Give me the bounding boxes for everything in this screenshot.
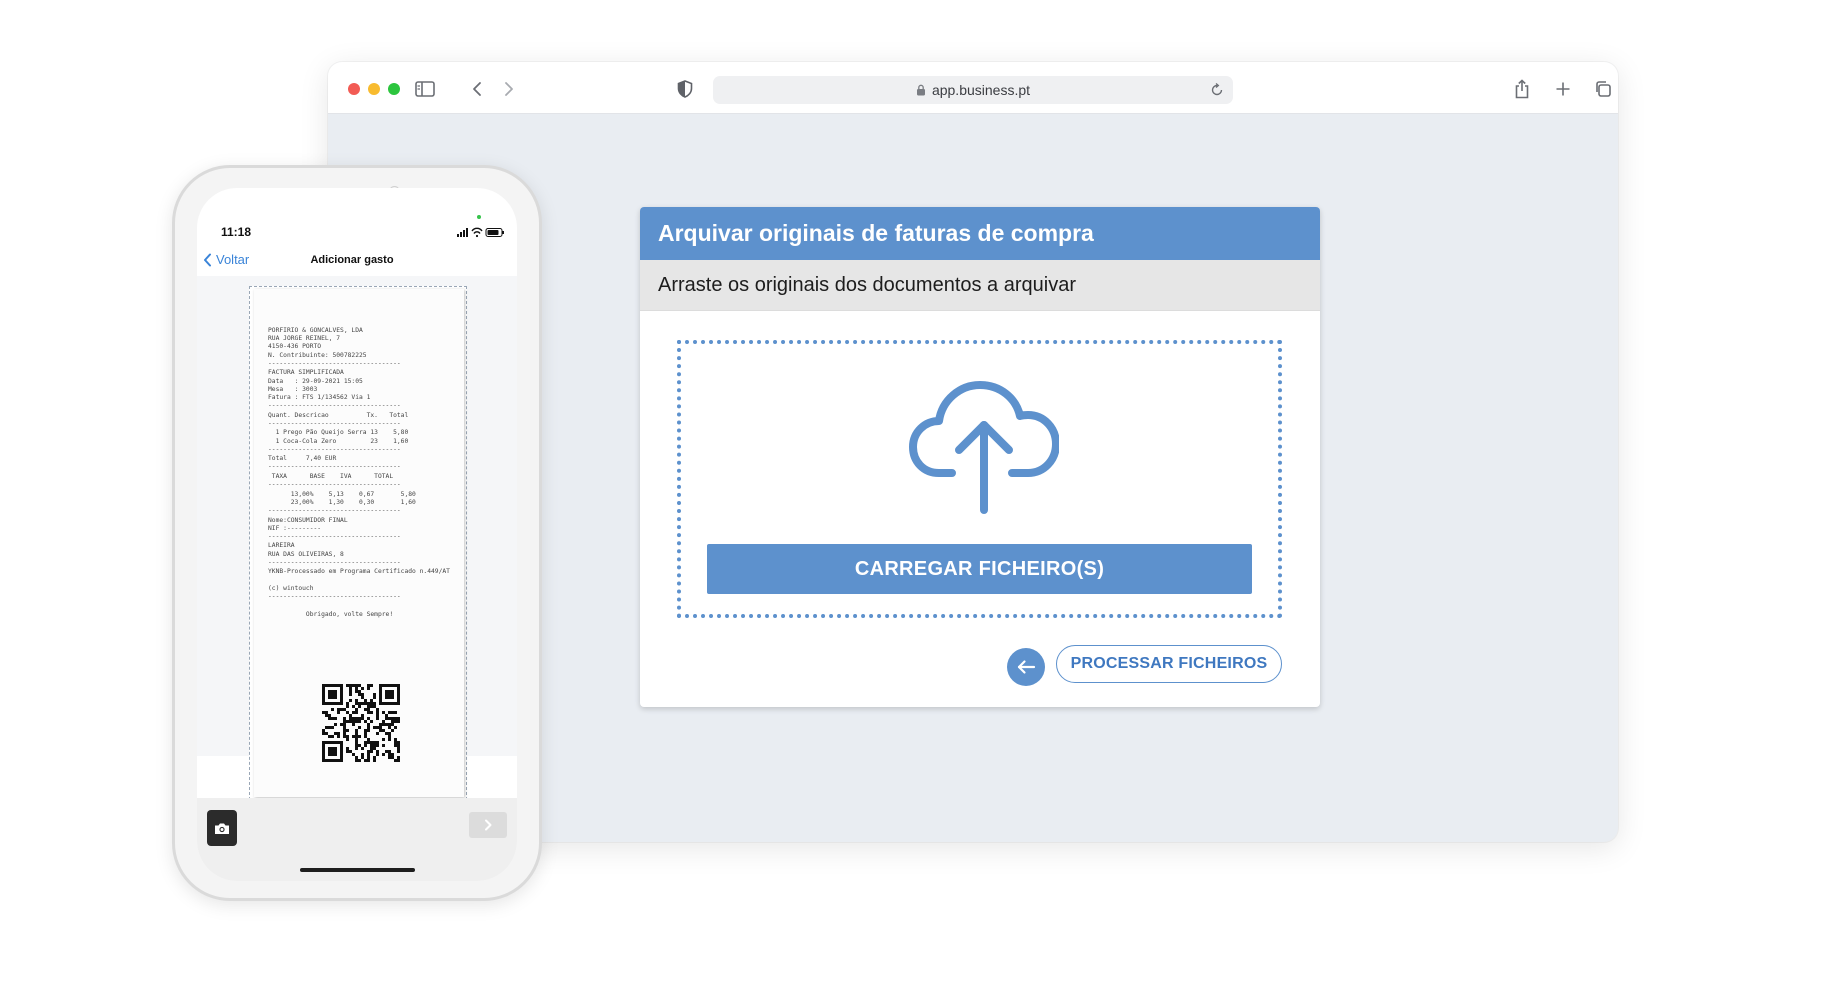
- receipt-image: PORFIRIO & GONCALVES, LDA RUA JORGE REINE…: [254, 289, 464, 797]
- receipt-line: PORFIRIO & GONCALVES, LDA: [268, 327, 363, 334]
- receipt-line: TAXA BASE IVA TOTAL: [268, 472, 394, 480]
- nav-back-button[interactable]: Voltar: [203, 252, 249, 267]
- forward-arrow-icon[interactable]: [496, 76, 522, 102]
- new-tab-icon[interactable]: [1550, 76, 1576, 102]
- receipt-line: 4150-436 PORTO: [268, 343, 322, 351]
- back-arrow-icon[interactable]: [464, 76, 490, 102]
- chevron-right-icon: [485, 819, 492, 831]
- receipt-line: Fatura : FTS 1/134562 Via 1: [268, 393, 371, 401]
- phone-device: 11:18 Voltar Adicionar gasto PORFIRIO & …: [172, 165, 542, 901]
- cloud-upload-icon: [909, 374, 1060, 514]
- camera-indicator: [477, 215, 481, 219]
- reload-icon[interactable]: [1209, 82, 1225, 98]
- privacy-shield-icon[interactable]: [672, 76, 698, 102]
- receipt-line: 1 Prego Pão Queijo Serra 13 5,80: [268, 429, 409, 437]
- receipt-line: -----------------------------------: [268, 558, 401, 566]
- nav-title: Adicionar gasto: [310, 254, 394, 266]
- receipt-line: -----------------------------------: [268, 445, 401, 453]
- browser-toolbar: app.business.pt: [328, 62, 1618, 114]
- receipt-line: FACTURA SIMPLIFICADA: [268, 369, 344, 377]
- receipt-line: 23,00% 1,30 0,30 1,60: [268, 498, 416, 506]
- card-title: Arquivar originais de faturas de compra: [640, 207, 1320, 260]
- status-time: 11:18: [221, 225, 252, 239]
- receipt-line: N. Contribuinte: 500782225: [268, 351, 367, 359]
- close-window-button[interactable]: [348, 83, 360, 95]
- receipt-frame: PORFIRIO & GONCALVES, LDA RUA JORGE REINE…: [249, 286, 467, 800]
- receipt-line: -----------------------------------: [268, 359, 401, 367]
- phone-screen: 11:18 Voltar Adicionar gasto PORFIRIO & …: [197, 188, 517, 881]
- receipt-line: -----------------------------------: [268, 592, 401, 600]
- zoom-window-button[interactable]: [388, 83, 400, 95]
- receipt-line: Data : 29-09-2021 15:05: [268, 377, 363, 385]
- receipt-line: YKNB-Processado em Programa Certificado …: [268, 568, 450, 576]
- file-dropzone[interactable]: CARREGAR FICHEIRO(S): [677, 340, 1282, 618]
- receipt-line: -----------------------------------: [268, 402, 401, 410]
- receipt-line: NIF :---------: [268, 524, 322, 532]
- receipt-line: Total 7,40 EUR: [268, 455, 337, 463]
- receipt-line: RUA DAS OLIVEIRAS, 8: [268, 550, 344, 558]
- archive-card: Arquivar originais de faturas de compra …: [640, 207, 1320, 707]
- receipt-line: -----------------------------------: [268, 532, 401, 540]
- receipt-line: LAREIRA: [268, 542, 295, 550]
- sidebar-toggle-icon[interactable]: [412, 76, 438, 102]
- receipt-line: Nome:CONSUMIDOR FINAL: [268, 516, 348, 524]
- nav-back-label: Voltar: [216, 252, 250, 267]
- camera-icon: [215, 823, 229, 834]
- stage: app.business.pt Arquivar originais de fa…: [0, 0, 1839, 985]
- receipt-line: Obrigado, volte Sempre!: [268, 610, 394, 618]
- receipt-line: -----------------------------------: [268, 463, 401, 471]
- receipt-line: Mesa : 3003: [268, 385, 318, 393]
- receipt-line: 1 Coca-Cola Zero 23 1,60: [268, 437, 409, 445]
- arrow-left-icon: [1017, 660, 1036, 674]
- qr-code: [322, 684, 400, 762]
- home-indicator: [300, 868, 415, 872]
- process-files-button[interactable]: PROCESSAR FICHEIROS: [1056, 645, 1282, 683]
- lock-icon: [916, 84, 925, 96]
- tab-overview-icon[interactable]: [1590, 76, 1616, 102]
- receipt-line: 13,00% 5,13 0,67 5,80: [268, 490, 416, 498]
- share-icon[interactable]: [1509, 76, 1535, 102]
- next-button[interactable]: [469, 812, 507, 838]
- receipt-line: Quant. Descricao Tx. Total: [268, 411, 409, 419]
- card-subtitle: Arraste os originais dos documentos a ar…: [640, 260, 1320, 311]
- status-icons: [457, 225, 507, 238]
- url-text: app.business.pt: [931, 82, 1031, 98]
- receipt-line: (c) wintouch: [268, 584, 314, 592]
- receipt-line: -----------------------------------: [268, 507, 401, 514]
- receipt-line: -----------------------------------: [268, 419, 401, 427]
- back-button[interactable]: [1007, 648, 1045, 686]
- camera-button[interactable]: [207, 810, 237, 846]
- receipt-preview-area: PORFIRIO & GONCALVES, LDA RUA JORGE REINE…: [197, 276, 517, 800]
- phone-bottom-bar: [197, 798, 517, 881]
- chevron-left-icon: [204, 253, 211, 266]
- receipt-line: RUA JORGE REINEL, 7: [268, 335, 341, 343]
- minimize-window-button[interactable]: [368, 83, 380, 95]
- receipt-line: -----------------------------------: [268, 481, 401, 489]
- address-bar[interactable]: app.business.pt: [713, 76, 1233, 104]
- upload-files-button[interactable]: CARREGAR FICHEIRO(S): [707, 544, 1252, 594]
